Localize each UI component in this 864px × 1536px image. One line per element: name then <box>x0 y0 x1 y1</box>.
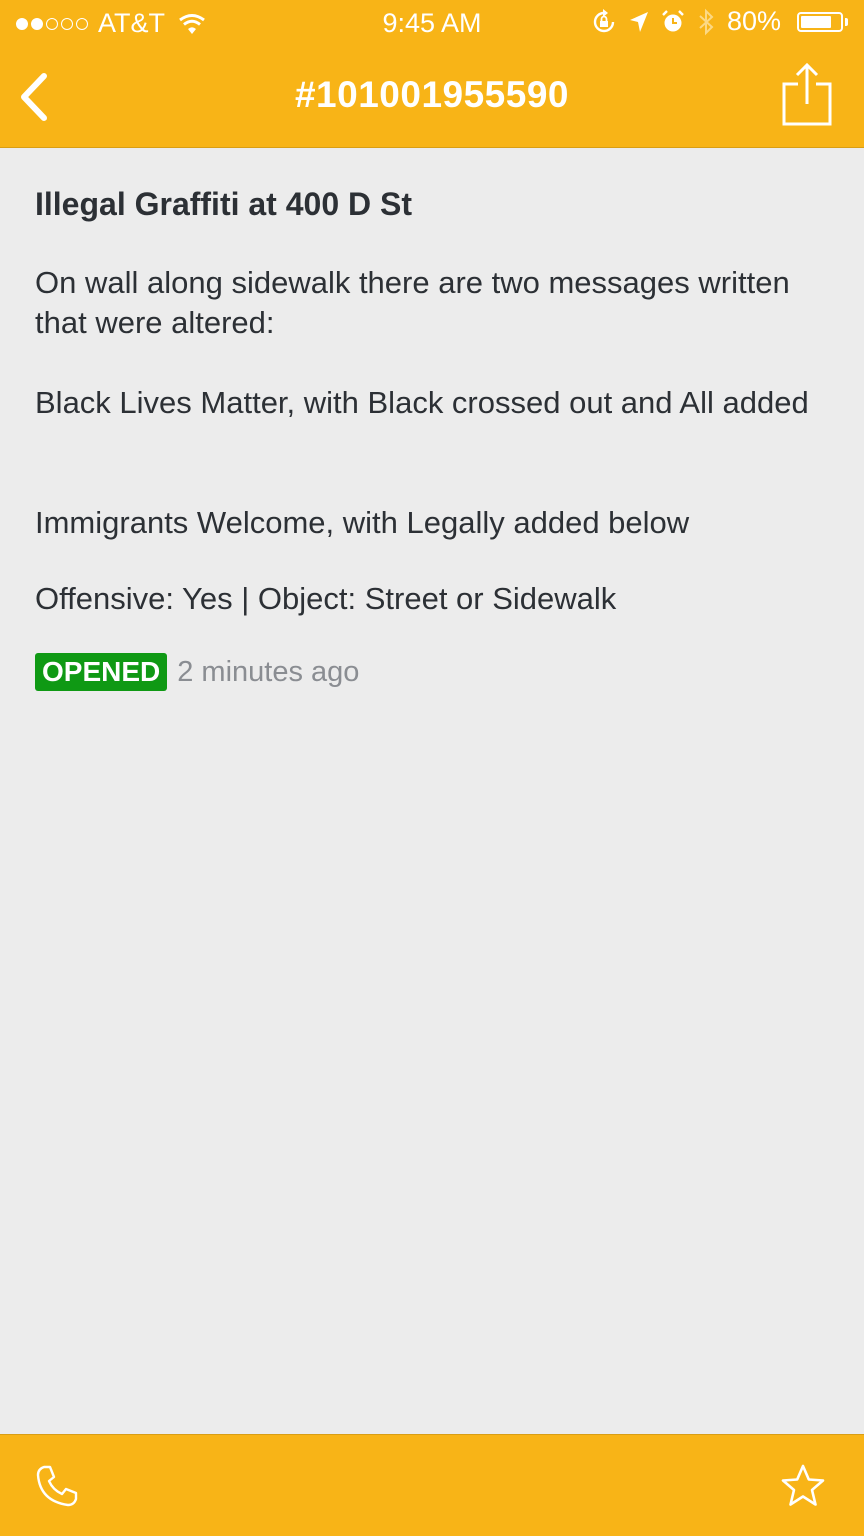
battery-percent: 80% <box>726 6 781 36</box>
star-icon[interactable] <box>780 1463 826 1509</box>
report-title: Illegal Graffiti at 400 D St <box>35 186 412 222</box>
bluetooth-icon <box>699 8 714 35</box>
location-arrow-icon <box>629 11 648 32</box>
report-id-title: #101001955590 <box>294 74 569 115</box>
report-description-2: Black Lives Matter, with Black crossed o… <box>35 385 809 420</box>
report-detail: Illegal Graffiti at 400 D St On wall alo… <box>35 180 825 691</box>
navigation-bar: #101001955590 <box>0 48 864 148</box>
report-description-1: On wall along sidewalk there are two mes… <box>35 265 790 340</box>
status-bar: AT&T 9:45 AM 80% <box>0 0 864 48</box>
report-attributes: Offensive: Yes | Object: Street or Sidew… <box>35 581 617 616</box>
alarm-icon <box>662 9 684 31</box>
phone-icon[interactable] <box>34 1463 80 1509</box>
report-timestamp: 2 minutes ago <box>177 655 360 688</box>
report-status-row: OPENED 2 minutes ago <box>35 653 359 691</box>
share-icon[interactable] <box>780 62 834 128</box>
rotation-lock-icon <box>593 8 615 32</box>
battery-icon <box>797 11 848 32</box>
report-description-3: Immigrants Welcome, with Legally added b… <box>35 505 690 540</box>
bottom-toolbar <box>0 1434 864 1536</box>
status-badge: OPENED <box>35 653 168 691</box>
